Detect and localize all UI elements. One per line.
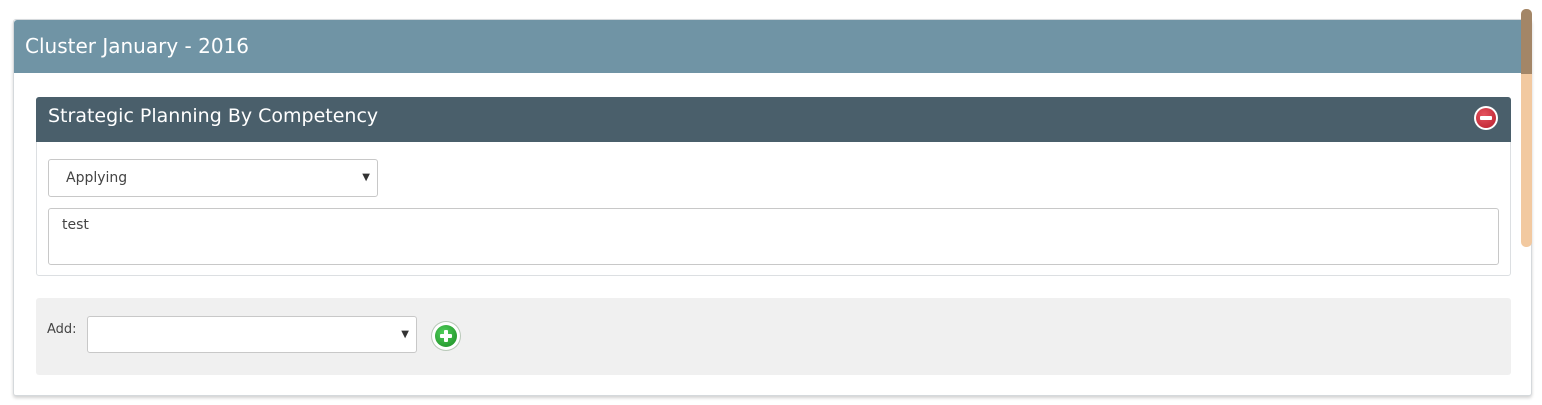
add-competency-button[interactable] xyxy=(432,322,460,350)
competency-title: Strategic Planning By Competency xyxy=(48,105,379,127)
proficiency-level-select[interactable]: Applying ▼ xyxy=(48,159,378,197)
add-competency-bar: Add: ▼ xyxy=(36,298,1511,375)
plus-circle-icon xyxy=(435,325,457,347)
cluster-panel-title: Cluster January - 2016 xyxy=(14,20,1531,73)
proficiency-level-value: Applying xyxy=(66,170,128,186)
remove-competency-button[interactable] xyxy=(1474,106,1498,130)
vertical-scrollbar[interactable] xyxy=(1521,9,1532,247)
add-label: Add: xyxy=(47,322,77,337)
minus-circle-icon xyxy=(1476,108,1496,128)
competency-panel: Strategic Planning By Competency Applyin… xyxy=(36,97,1511,276)
competency-panel-header: Strategic Planning By Competency xyxy=(36,97,1511,142)
competency-notes-textarea[interactable]: test xyxy=(48,208,1499,265)
cluster-panel: Cluster January - 2016 Strategic Plannin… xyxy=(13,19,1532,396)
scrollbar-thumb[interactable] xyxy=(1521,9,1532,74)
chevron-down-icon: ▼ xyxy=(401,329,409,340)
add-competency-select[interactable]: ▼ xyxy=(87,316,417,353)
chevron-down-icon: ▼ xyxy=(362,172,370,183)
